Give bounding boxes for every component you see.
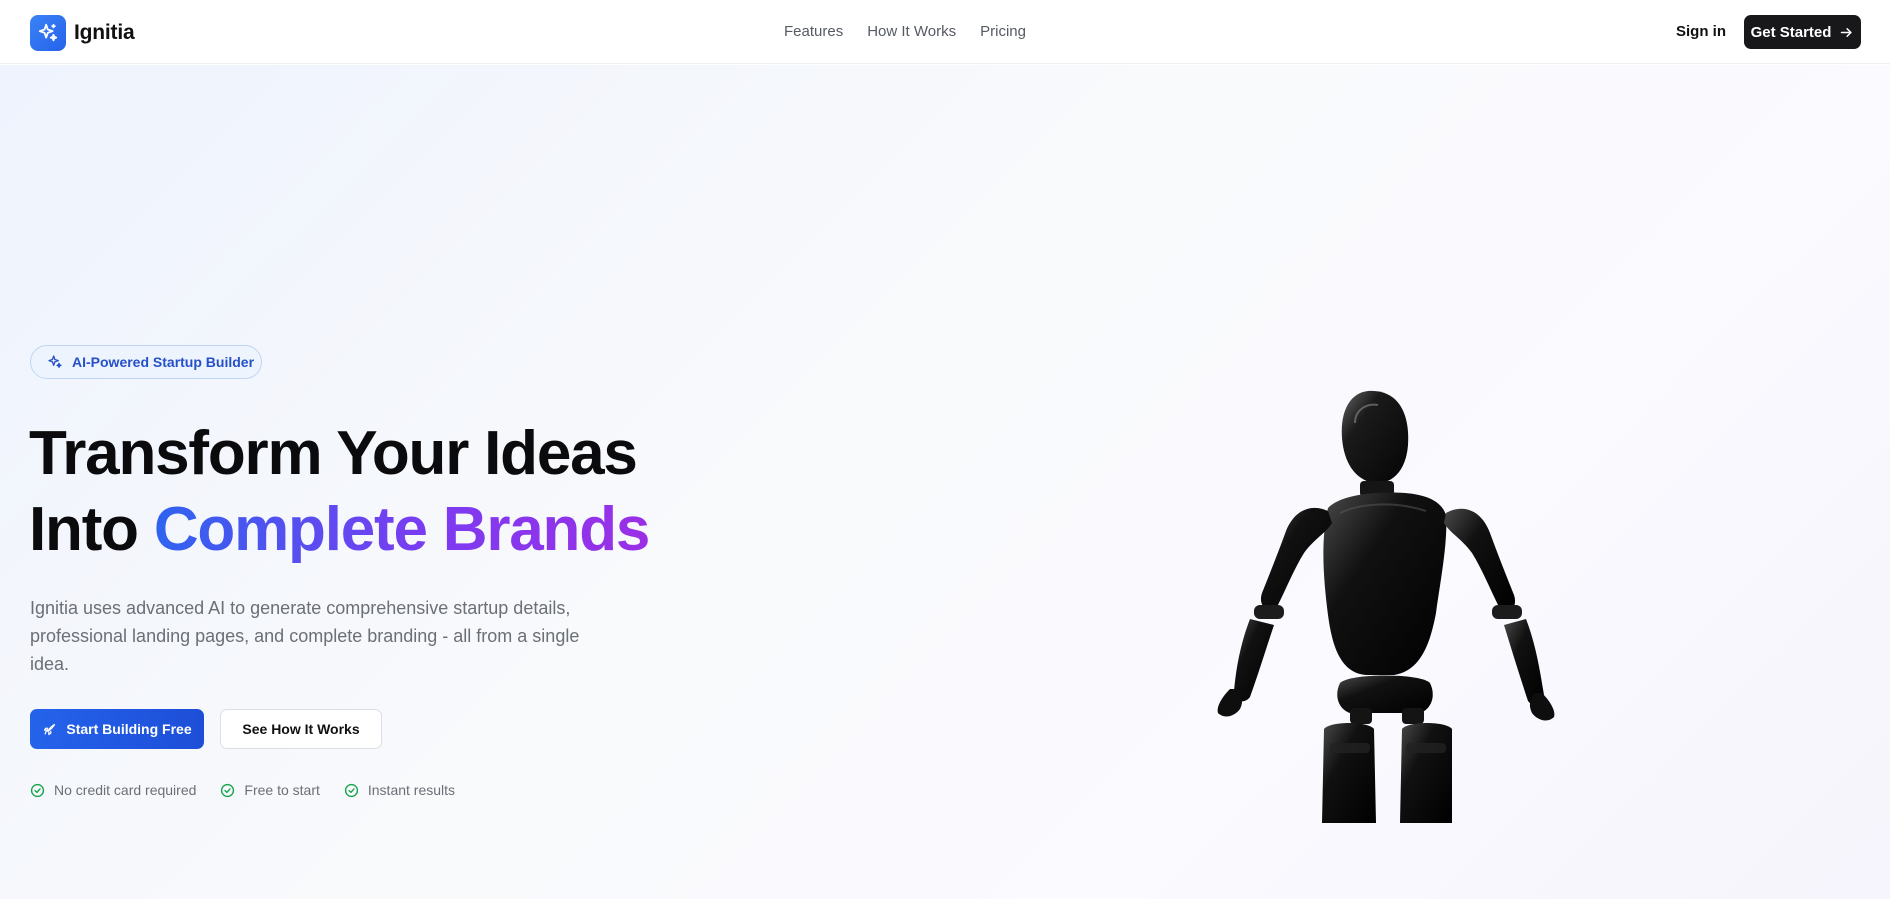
check-label: Instant results	[367, 782, 456, 798]
nav-links: Features How It Works Pricing	[784, 23, 1026, 40]
check-circle-icon	[344, 783, 358, 797]
check-circle-icon	[221, 783, 235, 797]
check-label: No credit card required	[54, 782, 197, 798]
sparkles-icon	[38, 23, 58, 42]
get-started-button[interactable]: Get Started	[1744, 15, 1861, 49]
check-item: No credit card required	[30, 782, 196, 798]
rocket-icon	[44, 723, 56, 735]
robot-image	[1217, 390, 1555, 823]
nav-link-features[interactable]: Features	[784, 23, 843, 40]
check-circle-icon	[30, 783, 45, 797]
check-item: Instant results	[344, 782, 455, 798]
start-building-button[interactable]: Start Building Free	[30, 709, 204, 749]
hero-title-line2-prefix: Into	[29, 495, 154, 564]
sparkles-icon	[48, 355, 62, 368]
hero-title: Transform Your Ideas Into Complete Brand…	[29, 416, 651, 568]
hero-description: Ignitia uses advanced AI to generate com…	[30, 598, 580, 674]
check-label: Free to start	[244, 782, 320, 798]
hero-title-highlight: Complete Brands	[153, 495, 651, 564]
top-navbar: Ignitia Features How It Works Pricing Si…	[0, 0, 1890, 64]
hero-section: AI-Powered Startup Builder Transform You…	[0, 65, 1890, 899]
hero-badge-label: AI-Powered Startup Builder	[72, 354, 255, 370]
hero-badge: AI-Powered Startup Builder	[30, 345, 262, 379]
nav-link-how-it-works[interactable]: How It Works	[867, 23, 956, 40]
nav-link-pricing[interactable]: Pricing	[980, 23, 1026, 40]
see-how-it-works-button[interactable]: See How It Works	[220, 709, 382, 749]
brand-name[interactable]: Ignitia	[74, 21, 135, 45]
feature-checks: No credit card required Free to start In…	[30, 782, 455, 798]
logo[interactable]	[30, 15, 66, 51]
hero-title-line1: Transform Your Ideas	[29, 419, 638, 488]
sign-in-link[interactable]: Sign in	[1676, 23, 1726, 40]
robot-illustration	[1190, 383, 1620, 823]
get-started-label: Get Started	[1750, 23, 1832, 41]
check-item: Free to start	[220, 782, 320, 798]
start-building-label: Start Building Free	[66, 721, 192, 737]
arrow-right-icon	[1841, 27, 1853, 37]
